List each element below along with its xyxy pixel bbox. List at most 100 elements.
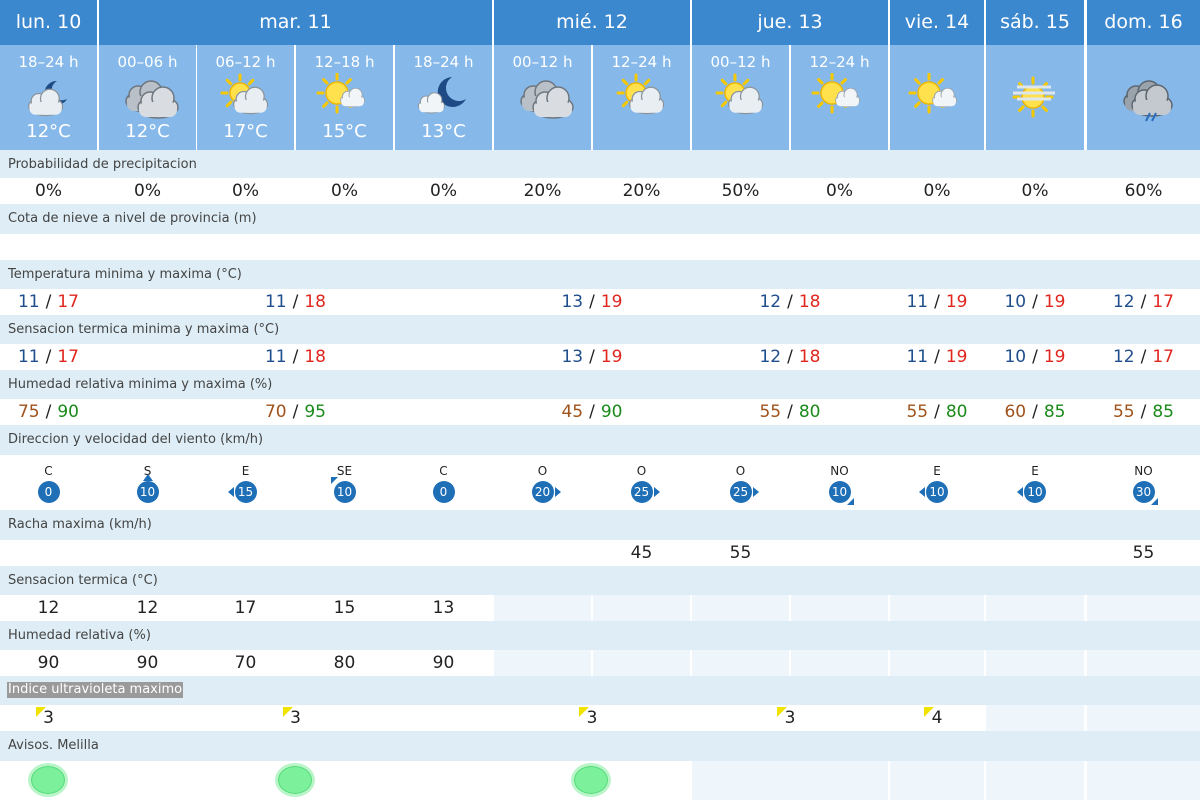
day-header[interactable]: jue. 13 <box>692 0 888 45</box>
humidity-row-min: 60 <box>1004 402 1027 422</box>
wind-cell: C0 <box>0 455 97 510</box>
period-time: 12–24 h <box>611 53 672 71</box>
period-temp: 12°C <box>26 121 71 142</box>
temp-row-max: 18 <box>304 292 326 312</box>
humidity-single-value <box>986 650 1084 676</box>
feels-single-value: 12 <box>99 595 196 621</box>
humidity-row-max: 90 <box>57 402 79 422</box>
humidity-single-row-band <box>0 621 1200 650</box>
temp-row-value: 12/17 <box>1087 289 1200 315</box>
wind-cell: E 10 <box>986 455 1084 510</box>
aviso-cell <box>1087 761 1200 800</box>
humidity-row-min: 55 <box>1112 402 1135 422</box>
humidity-row-label: Humedad relativa minima y maxima (%) <box>8 377 273 392</box>
humidity-row-min: 75 <box>17 402 40 422</box>
precip-row-label: Probabilidad de precipitacion <box>8 157 197 172</box>
day-header[interactable]: sáb. 15 <box>986 0 1084 45</box>
value-separator: / <box>934 292 940 312</box>
snow-value <box>890 234 984 260</box>
wind-row-label: Direccion y velocidad del viento (km/h) <box>8 432 264 447</box>
feels-single-value: 13 <box>395 595 492 621</box>
snow-value <box>0 234 97 260</box>
value-separator: / <box>1140 402 1147 422</box>
value-separator: / <box>1140 292 1147 312</box>
feels-row-max: 19 <box>945 347 968 367</box>
humidity-row-value: 55/80 <box>692 399 888 425</box>
feels-row-value: 11/17 <box>0 344 97 370</box>
humidity-row-value: 60/85 <box>986 399 1084 425</box>
wind-speed-badge: 20 <box>531 481 554 503</box>
temp-row-value: 12/18 <box>692 289 888 315</box>
sun-few-clouds-icon <box>808 72 872 123</box>
feels-row-max: 17 <box>1152 347 1174 367</box>
humidity-row-value: 55/80 <box>890 399 984 425</box>
wind-arrow-icon <box>846 498 854 505</box>
gust-value <box>395 540 492 566</box>
temp-row-min: 11 <box>17 292 40 312</box>
humidity-single-value: 70 <box>197 650 294 676</box>
value-separator: / <box>787 402 793 422</box>
wind-arrow-icon <box>653 487 660 497</box>
temp-row-max: 19 <box>600 292 623 312</box>
value-separator: / <box>787 347 793 367</box>
gust-value <box>296 540 393 566</box>
day-header[interactable]: mié. 12 <box>494 0 690 45</box>
temp-row-min: 11 <box>264 292 287 312</box>
period-temp: 15°C <box>322 121 367 142</box>
uv-flag-icon <box>282 707 293 717</box>
feels-row-min: 11 <box>906 347 929 367</box>
wind-speed-badge: 0 <box>37 481 60 503</box>
warning-level-green-icon[interactable] <box>571 763 611 797</box>
gust-value <box>494 540 591 566</box>
warning-level-green-icon[interactable] <box>27 763 68 797</box>
day-header[interactable]: mar. 11 <box>99 0 492 45</box>
precip-value: 20% <box>593 178 690 204</box>
humidity-row-value: 75/90 <box>0 399 97 425</box>
humidity-row-min: 55 <box>906 402 929 422</box>
feels-row-max: 17 <box>57 347 79 367</box>
wind-cell: NO 30 <box>1087 455 1200 510</box>
temp-row-value: 11/19 <box>890 289 984 315</box>
wind-arrow-icon <box>1150 498 1158 505</box>
snow-row-label: Cota de nieve a nivel de provincia (m) <box>8 211 257 226</box>
partly-cloudy-day-icon <box>610 73 674 123</box>
partly-cloudy-day-icon <box>709 73 773 123</box>
period-cell: 18–24 h 13°C <box>395 45 492 150</box>
cloudy-icon <box>511 73 575 123</box>
period-cell <box>1087 45 1200 150</box>
humidity-row-min: 55 <box>759 402 782 422</box>
uv-row-label: Indice ultravioleta maximo <box>7 682 184 698</box>
period-cell: 00–12 h <box>494 45 591 150</box>
period-temp: 12°C <box>125 121 170 142</box>
period-cell <box>890 45 984 150</box>
temp-row-value: 10/19 <box>986 289 1084 315</box>
temp-row-value: 13/19 <box>494 289 690 315</box>
day-header[interactable]: dom. 16 <box>1087 0 1200 45</box>
temp-row-max: 19 <box>1043 292 1066 312</box>
temp-row-min: 11 <box>906 292 929 312</box>
precip-value: 0% <box>986 178 1084 204</box>
period-time: 18–24 h <box>18 53 79 71</box>
uv-value <box>986 705 1084 731</box>
humidity-row-max: 80 <box>945 402 968 422</box>
humidity-row-value: 55/85 <box>1087 399 1200 425</box>
day-header[interactable]: lun. 10 <box>0 0 97 45</box>
period-cell: 00–12 h <box>692 45 789 150</box>
uv-flag-icon <box>777 707 787 717</box>
value-separator: / <box>1032 292 1038 312</box>
sun-haze-icon <box>1003 73 1067 123</box>
snow-value <box>1087 234 1200 260</box>
precip-value: 50% <box>692 178 789 204</box>
warning-level-green-icon[interactable] <box>274 763 315 797</box>
feels-single-value <box>692 595 789 621</box>
value-separator: / <box>292 347 299 367</box>
feels-row-value: 10/19 <box>986 344 1084 370</box>
feels-single-value <box>791 595 888 621</box>
value-separator: / <box>589 347 595 367</box>
snow-value <box>296 234 393 260</box>
feels-row-min: 13 <box>561 347 584 367</box>
feels-single-value: 12 <box>0 595 97 621</box>
period-cell: 00–06 h 12°C <box>99 45 196 150</box>
day-header[interactable]: vie. 14 <box>890 0 984 45</box>
uv-value: 3 <box>692 705 888 731</box>
